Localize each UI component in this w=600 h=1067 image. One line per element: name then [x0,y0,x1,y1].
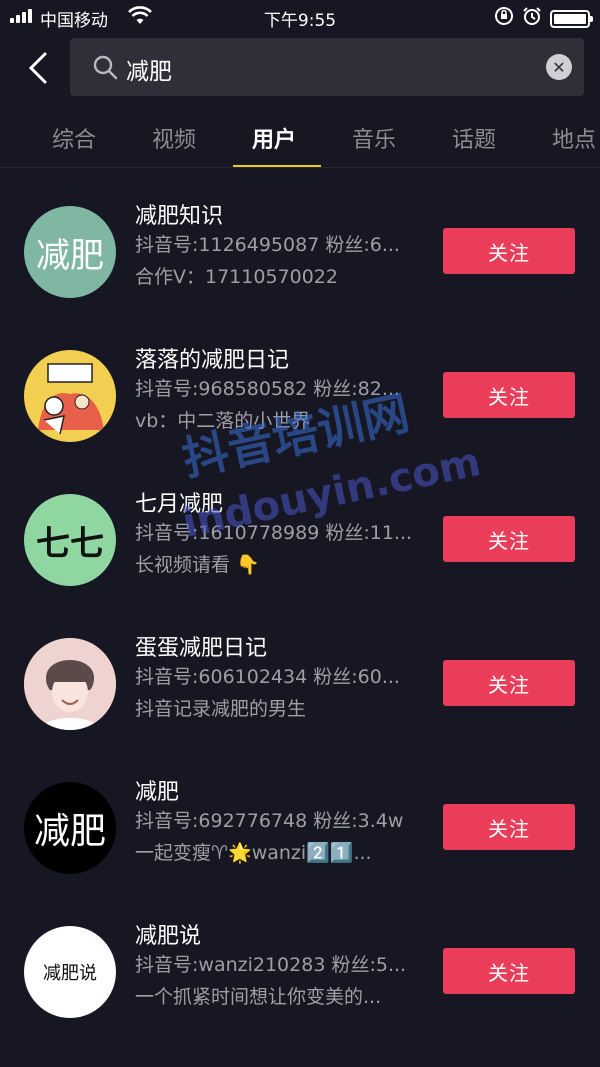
user-bio: 一个抓紧时间想让你变美的... [135,986,382,1008]
list-item[interactable]: 七七 七月减肥 抖音号:1610778989 粉丝:11... 长视频请看 👇 … [0,492,600,638]
user-name[interactable]: 落落的减肥日记 [135,342,289,374]
avatar[interactable] [24,638,116,730]
avatar-illustration [38,363,104,435]
avatar-label: 减肥 [33,811,106,852]
list-item[interactable]: 蛋蛋减肥日记 抖音号:606102434 粉丝:60... 抖音记录减肥的男生 … [0,636,600,782]
back-button[interactable] [18,46,58,90]
user-bio: vb：中二落的小世界 [135,410,311,432]
follow-button[interactable]: 关注 [443,228,575,274]
search-icon [93,55,118,80]
active-tab-indicator [233,165,321,167]
rotation-lock-icon [494,6,514,31]
follow-button[interactable]: 关注 [443,660,575,706]
user-stats: 抖音号:1610778989 粉丝:11... [135,522,413,544]
user-name[interactable]: 减肥知识 [135,198,223,230]
avatar-label: 七七 [36,523,104,564]
avatar-illustration [24,638,116,730]
avatar[interactable]: 七七 [24,494,116,586]
user-bio: 抖音记录减肥的男生 [135,698,307,720]
chevron-left-icon [28,52,47,84]
user-name[interactable]: 减肥 [135,774,179,806]
user-stats: 抖音号:wanzi210283 粉丝:5... [135,954,407,976]
user-name[interactable]: 七月减肥 [135,486,223,518]
user-bio: 一起变瘦♈🌟wanzi2️⃣1️⃣... [135,842,372,864]
tab-topics[interactable]: 话题 [452,122,496,154]
list-item[interactable]: 减肥说 减肥说 抖音号:wanzi210283 粉丝:5... 一个抓紧时间想让… [0,924,600,1067]
list-item[interactable]: 落落的减肥日记 抖音号:968580582 粉丝:82... vb：中二落的小世… [0,348,600,494]
follow-button[interactable]: 关注 [443,516,575,562]
avatar[interactable]: 减肥 [24,782,116,874]
tab-places[interactable]: 地点 [552,122,596,154]
user-stats: 抖音号:1126495087 粉丝:6... [135,234,400,256]
tab-users[interactable]: 用户 [252,122,296,154]
search-query[interactable]: 减肥 [126,52,172,86]
user-bio: 合作V：17110570022 [135,266,338,288]
user-stats: 抖音号:692776748 粉丝:3.4w [135,810,404,832]
avatar[interactable]: 减肥 [24,206,116,298]
user-name[interactable]: 减肥说 [135,918,201,950]
user-stats: 抖音号:606102434 粉丝:60... [135,666,400,688]
follow-button[interactable]: 关注 [443,372,575,418]
status-bar: 中国移动 下午9:55 [0,0,600,34]
search-input[interactable]: 减肥 ✕ [70,38,584,96]
avatar-label: 减肥说 [43,963,97,984]
tab-comprehensive[interactable]: 综合 [52,122,96,154]
avatar[interactable] [24,350,116,442]
user-bio: 长视频请看 👇 [135,554,260,576]
list-item[interactable]: 减肥 减肥 抖音号:692776748 粉丝:3.4w 一起变瘦♈🌟wanzi2… [0,780,600,926]
user-name[interactable]: 蛋蛋减肥日记 [135,630,267,662]
avatar-label: 减肥 [36,235,104,276]
close-icon: ✕ [552,57,566,77]
avatar[interactable]: 减肥说 [24,926,116,1018]
list-item[interactable]: 减肥 减肥知识 抖音号:1126495087 粉丝:6... 合作V：17110… [0,204,600,350]
follow-button[interactable]: 关注 [443,804,575,850]
battery-icon [550,9,593,28]
alarm-icon [522,6,542,31]
tab-bar: 综合 视频 用户 音乐 话题 地点 [0,110,600,168]
tab-videos[interactable]: 视频 [152,122,196,154]
clear-search-button[interactable]: ✕ [546,54,572,80]
tab-music[interactable]: 音乐 [352,122,396,154]
follow-button[interactable]: 关注 [443,948,575,994]
user-stats: 抖音号:968580582 粉丝:82... [135,378,400,400]
